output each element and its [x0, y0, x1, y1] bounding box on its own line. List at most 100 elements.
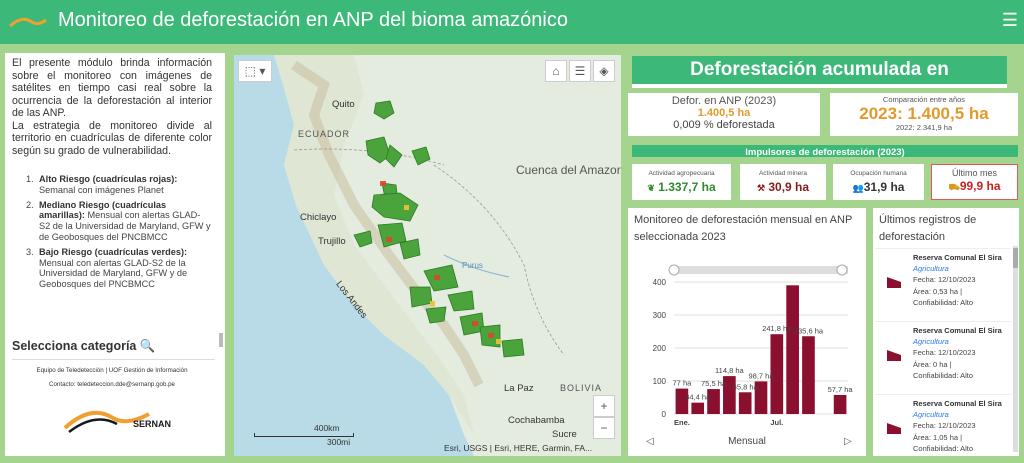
deforestation-card: Defor. en ANP (2023) 1.400,5 ha 0,009 % … [628, 93, 820, 136]
data-label: 241,8 ha [762, 324, 792, 333]
scrollbar-thumb[interactable] [1013, 248, 1018, 268]
risk-list: 1. Alto Riesgo (cuadrículas rojas): Sema… [26, 174, 211, 294]
card-percent: 0,009 % deforestada [673, 119, 775, 131]
comparison-card: Comparación entre años 2023: 1.400,5 ha … [830, 93, 1018, 136]
chart-next-icon[interactable]: ▷ [844, 436, 852, 447]
drivers-banner: Impulsores de deforestación (2023) [632, 145, 1018, 157]
y-tick-label: 0 [662, 410, 667, 419]
flag-icon [887, 350, 901, 361]
driver-title: Actividad agropecuaria [648, 170, 715, 177]
flag-icon [887, 277, 901, 288]
basemap [234, 55, 621, 456]
chart-x-ticks: Ene. Jul. [674, 418, 783, 427]
risk-number: 1. [26, 174, 34, 184]
records-title: Últimos registros de deforestación [879, 214, 977, 243]
driver-value-text: 30,9 ha [768, 180, 810, 194]
card-value: 2023: 1.400,5 ha [859, 104, 989, 123]
contact-email: Contacto: teledeteccion.dde@sernanp.gob.… [49, 381, 175, 388]
risk-title: Alto Riesgo (cuadrículas rojas): [39, 174, 178, 184]
record-confidence: Confiabilidad: Alto [913, 297, 974, 307]
magnifier-icon: 🔍 [139, 339, 156, 353]
driver-title: Último mes [951, 168, 997, 178]
label-quito: Quito [332, 99, 355, 110]
record-date: Fecha: 12/10/2023 [913, 275, 976, 285]
zoom-out-button[interactable]: − [593, 417, 615, 439]
chart-footer-label: Mensual [728, 436, 766, 447]
data-label: 114,8 ha [715, 366, 744, 375]
bar-Ago.[interactable] [786, 285, 799, 414]
range-slider-end-handle[interactable] [836, 264, 848, 276]
card-prev: 2022: 2.341,9 ha [895, 123, 953, 132]
label-trujillo: Trujillo [318, 236, 346, 247]
data-label: 34,4 ha [685, 393, 711, 402]
record-category[interactable]: Agricultura [913, 263, 1013, 274]
layer-list-icon[interactable]: ☰ [569, 60, 591, 82]
record-item[interactable]: Reserva Comunal El Sira Agricultura Fech… [875, 321, 1011, 393]
scale-mi: 300mi [327, 437, 351, 447]
label-sucre: Sucre [552, 429, 577, 440]
intro-text: El presente módulo brinda información so… [12, 57, 212, 157]
record-item[interactable]: Reserva Comunal El Sira Agricultura Fech… [875, 248, 1011, 320]
team-credit: Equipo de Teledetección | UOF Gestión de… [36, 367, 188, 374]
hamburger-menu-icon[interactable]: ☰ [1000, 10, 1020, 30]
category-selector-title[interactable]: Selecciona categoría 🔍 [12, 339, 155, 354]
category-title-text: Selecciona categoría [12, 339, 137, 353]
y-tick-label: 100 [653, 377, 667, 386]
y-tick-label: 300 [653, 311, 667, 320]
range-slider-start-handle[interactable] [668, 264, 680, 276]
record-confidence: Confiabilidad: Alto [913, 443, 974, 453]
label-bolivia: BOLIVIA [560, 383, 603, 393]
driver-value-text: 31,9 ha [863, 180, 905, 194]
map-view[interactable]: ⬚ ▾ ⌂ ☰ ◈ + − Quito ECUADOR Cuenca del A… [234, 55, 621, 456]
driver-value-text: 1.337,7 ha [658, 180, 716, 194]
monthly-bar-chart[interactable]: 0 100 200 300 400 77 ha 34,4 ha 75,5 ha 114,8 h… [628, 258, 866, 433]
driver-value: ❦ 1.337,7 ha [632, 180, 731, 194]
bar-Nov.[interactable] [833, 394, 847, 414]
driver-value-text: 99,9 ha [959, 179, 1001, 193]
scrollbar[interactable] [1013, 246, 1018, 452]
bar-Feb.[interactable] [691, 402, 705, 414]
y-tick-label: 200 [653, 344, 667, 353]
sernanp-logo: SERNANP [63, 410, 171, 433]
plant-icon: ❦ [647, 183, 655, 193]
app-header: Monitoreo de deforestación en ANP del bi… [0, 0, 1024, 44]
record-category[interactable]: Agricultura [913, 409, 1013, 420]
record-name: Reserva Comunal El Sira [913, 399, 1002, 408]
risk-desc: Mensual con alertas GLAD-S2 de la Univer… [39, 257, 188, 290]
driver-card-mining: Actividad minera ⚒ 30,9 ha [740, 164, 826, 200]
home-icon[interactable]: ⌂ [545, 60, 567, 82]
info-panel: El presente módulo brinda información so… [5, 53, 225, 456]
record-area: Área: 0 ha | [913, 359, 952, 369]
card-title: Comparación entre años [882, 95, 966, 104]
record-confidence: Confiabilidad: Alto [913, 370, 974, 380]
label-cochabamba: Cochabamba [508, 415, 565, 426]
x-tick-label: Ene. [674, 418, 690, 427]
people-icon: 👥 [852, 183, 864, 193]
driver-value: ⛟99,9 ha [932, 179, 1017, 194]
sernanp-logo-icon [8, 17, 47, 28]
driver-card-human: Ocupación humana 👥31,9 ha [833, 164, 924, 200]
record-date: Fecha: 12/10/2023 [913, 421, 976, 431]
bar-Sep.[interactable] [802, 336, 815, 414]
scrollbar[interactable] [219, 333, 223, 347]
select-tool-button[interactable]: ⬚ ▾ [238, 60, 272, 82]
data-label: 75,5 ha [701, 379, 727, 388]
app-title: Monitoreo de deforestación en ANP del bi… [58, 9, 568, 31]
label-chiclayo: Chiclayo [300, 212, 337, 223]
label-purus: Purus [462, 261, 483, 270]
dashboard-banner: Deforestación acumulada en [632, 56, 1007, 84]
record-category[interactable]: Agricultura [913, 336, 1013, 347]
divider [632, 84, 1007, 88]
driver-title: Actividad minera [758, 170, 808, 177]
record-body: Reserva Comunal El Sira Agricultura Fech… [913, 325, 1013, 381]
map-attribution[interactable]: Esri, USGS | Esri, HERE, Garmin, FA... [444, 443, 592, 453]
zoom-in-button[interactable]: + [593, 395, 615, 417]
record-item[interactable]: Reserva Comunal El Sira Agricultura Fech… [875, 394, 1011, 456]
risk-item-medium: 2. Mediano Riesgo (cuadrículas amarillas… [26, 200, 211, 243]
chart-y-ticks: 0 100 200 300 400 [653, 278, 667, 419]
x-tick-label: Jul. [770, 418, 783, 427]
driver-card-last-month: Último mes ⛟99,9 ha [931, 164, 1018, 200]
bar-May.[interactable] [738, 392, 752, 414]
layers-icon[interactable]: ◈ [593, 60, 615, 82]
records-panel: Últimos registros de deforestación Reser… [873, 208, 1019, 456]
